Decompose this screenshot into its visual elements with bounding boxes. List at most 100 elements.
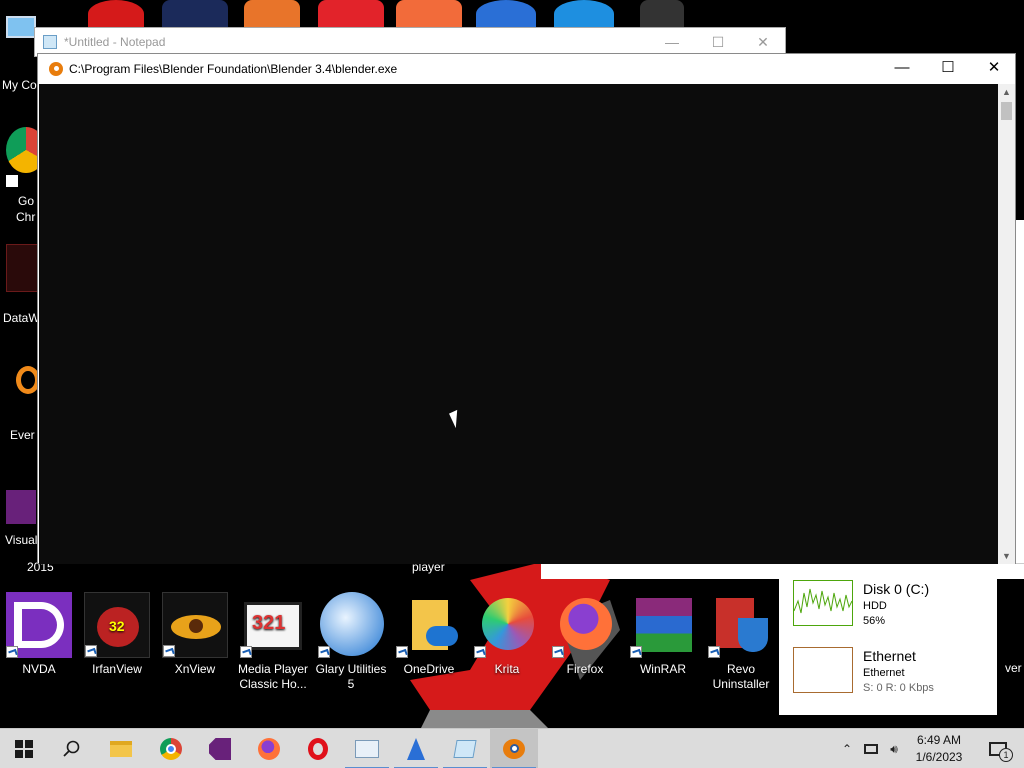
clock-date: 1/6/2023	[915, 750, 963, 764]
firefox-icon	[258, 738, 280, 760]
disk-type: HDD	[863, 600, 887, 612]
glary-utilities-label: Glary Utilities 5	[315, 662, 387, 691]
speaker-icon: 🔊︎	[890, 741, 898, 756]
nvda-label: NVDA	[22, 662, 56, 676]
chrome-icon	[160, 738, 182, 760]
nvda-shortcut[interactable]: NVDA	[0, 592, 78, 677]
taskbar-clock[interactable]: 6:49 AM 1/6/2023	[904, 732, 974, 766]
scroll-thumb[interactable]	[1001, 102, 1012, 120]
xnview-shortcut[interactable]: XnView	[156, 592, 234, 677]
task-manager-icon	[355, 740, 379, 758]
app-top-icon[interactable]	[396, 0, 462, 28]
right-edge-label: ver	[1005, 661, 1022, 675]
taskbar-file-explorer[interactable]	[97, 729, 145, 768]
console-title: C:\Program Files\Blender Foundation\Blen…	[69, 62, 398, 76]
app-icon	[407, 738, 425, 760]
console-close-button[interactable]: ✕	[971, 54, 1017, 84]
ethernet-name: Ethernet	[863, 648, 916, 664]
revo-uninstaller-shortcut[interactable]: Revo Uninstaller	[702, 592, 780, 692]
this-pc-label: My Co	[2, 78, 37, 92]
taskbar-app[interactable]	[392, 729, 440, 768]
irfanview-label: IrfanView	[92, 662, 142, 676]
xnview-label: XnView	[174, 662, 216, 676]
search-button[interactable]	[48, 729, 96, 768]
onedrive-label: OneDrive	[403, 662, 455, 676]
google-chrome-label-1: Go	[18, 194, 35, 208]
krita-shortcut[interactable]: Krita	[468, 592, 546, 677]
ethernet-throughput: S: 0 R: 0 Kbps	[863, 682, 934, 694]
winrar-icon	[636, 598, 692, 652]
irfanview-shortcut[interactable]: 32 IrfanView	[78, 592, 156, 677]
background-window-bottom	[541, 563, 1024, 579]
firefox-label: Firefox	[566, 662, 604, 676]
taskbar-visual-studio[interactable]	[196, 729, 244, 768]
disk-row[interactable]: Disk 0 (C:) HDD 56%	[793, 580, 993, 640]
mpc-hc-label: Media Player Classic Ho...	[237, 662, 309, 691]
disk-graph	[793, 580, 853, 626]
volume-tray-icon[interactable]: 🔊︎	[884, 729, 904, 768]
nvda-icon	[14, 602, 64, 648]
taskbar-chrome[interactable]	[147, 729, 195, 768]
mpc-hc-shortcut[interactable]: 321 Media Player Classic Ho...	[234, 592, 312, 692]
ethernet-row[interactable]: Ethernet Ethernet S: 0 R: 0 Kbps	[793, 647, 993, 707]
krita-icon	[482, 598, 534, 650]
chevron-up-icon: ⌃	[841, 742, 853, 756]
background-window-edge	[1016, 220, 1024, 570]
firefox-icon	[560, 598, 612, 650]
opera-top-icon[interactable]	[88, 0, 144, 28]
visual-studio-icon[interactable]: Visual	[0, 488, 40, 548]
app-top-icon[interactable]	[244, 0, 300, 28]
show-hidden-icons-button[interactable]: ⌃	[837, 729, 857, 768]
firefox-shortcut[interactable]: Firefox	[546, 592, 624, 677]
everything-icon[interactable]: Ever	[0, 362, 40, 443]
taskbar-firefox[interactable]	[245, 729, 293, 768]
action-center-button[interactable]: 1	[978, 729, 1018, 768]
notification-badge: 1	[999, 748, 1013, 762]
console-maximize-button[interactable]: ☐	[925, 54, 971, 84]
clock-time: 6:49 AM	[916, 733, 962, 747]
app-top-icon[interactable]	[554, 0, 614, 28]
everything-label: Ever	[10, 428, 35, 442]
revo-uninstaller-label: Revo Uninstaller	[712, 662, 770, 691]
app-top-icon[interactable]	[476, 0, 536, 28]
scroll-down-arrow-icon[interactable]: ▼	[998, 548, 1015, 564]
taskbar-blender[interactable]	[490, 729, 538, 768]
datawarrior-icon[interactable]: DataW	[0, 242, 40, 326]
app-top-icon[interactable]	[640, 0, 684, 28]
onedrive-shortcut[interactable]: OneDrive	[390, 592, 468, 677]
taskbar-notepad[interactable]	[441, 729, 489, 768]
notepad-icon	[453, 740, 477, 758]
folder-icon	[110, 741, 132, 757]
visual-studio-icon	[209, 738, 231, 760]
ethernet-type: Ethernet	[863, 667, 905, 679]
datawarrior-label: DataW	[3, 311, 40, 325]
notepad-icon	[43, 35, 57, 49]
disk-name: Disk 0 (C:)	[863, 581, 930, 597]
ethernet-graph	[793, 647, 853, 693]
search-icon	[63, 740, 80, 757]
opera-icon	[308, 738, 328, 760]
app-top-icon[interactable]	[162, 0, 228, 28]
console-minimize-button[interactable]: —	[879, 54, 925, 84]
blender-icon	[49, 62, 63, 76]
scroll-up-arrow-icon[interactable]: ▲	[998, 84, 1015, 100]
notification-icon: 1	[989, 742, 1013, 762]
desktop: My Co Go Chr DataW Ever Visual 2015 play…	[0, 0, 1024, 728]
glary-utilities-shortcut[interactable]: Glary Utilities 5	[312, 592, 390, 692]
windows-logo-icon	[15, 740, 33, 758]
taskbar-task-manager[interactable]	[343, 729, 391, 768]
app-top-icon[interactable]	[318, 0, 384, 28]
console-output-area[interactable]	[39, 84, 999, 564]
blender-console-window[interactable]: C:\Program Files\Blender Foundation\Blen…	[37, 53, 1016, 564]
console-title-bar[interactable]: C:\Program Files\Blender Foundation\Blen…	[38, 54, 1015, 84]
network-tray-icon[interactable]	[860, 729, 882, 768]
winrar-label: WinRAR	[639, 662, 686, 676]
notepad-title: *Untitled - Notepad	[64, 35, 166, 49]
disk-usage: 56%	[863, 615, 886, 627]
taskbar-opera[interactable]	[294, 729, 342, 768]
google-chrome-icon[interactable]: Go Chr	[0, 125, 46, 225]
krita-label: Krita	[494, 662, 520, 676]
start-button[interactable]	[0, 729, 48, 768]
console-scrollbar[interactable]: ▲ ▼	[998, 84, 1015, 564]
winrar-shortcut[interactable]: WinRAR	[624, 592, 702, 677]
